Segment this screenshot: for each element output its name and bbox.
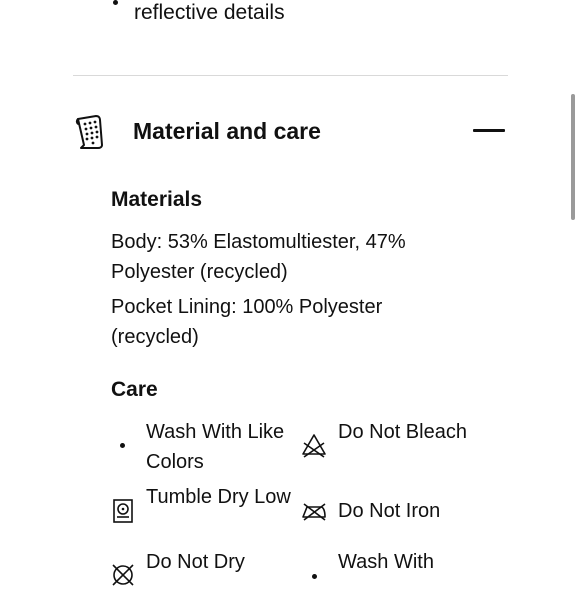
- collapse-toggle-button[interactable]: [470, 120, 510, 142]
- do-not-dry-clean-icon: [110, 562, 136, 588]
- care-item-do-not-bleach: Do Not Bleach: [338, 421, 467, 443]
- care-item-do-not-dry: Do Not Dry: [146, 551, 245, 573]
- accordion-title[interactable]: Material and care: [133, 116, 321, 146]
- scrollbar-thumb[interactable]: [571, 94, 575, 220]
- section-divider: [73, 75, 508, 76]
- do-not-bleach-icon: [301, 433, 327, 459]
- material-line-body: Body: 53% Elastomultiester, 47% Polyeste…: [111, 231, 406, 283]
- care-item-wash-like-colors: Wash With Like Colors: [146, 421, 285, 473]
- minus-icon: [473, 129, 505, 132]
- tumble-dry-low-icon: [110, 498, 136, 524]
- bullet-dot: [120, 443, 125, 448]
- care-item-do-not-iron: Do Not Iron: [338, 500, 441, 522]
- material-line-pocket: Pocket Lining: 100% Polyester (recycled): [111, 296, 383, 348]
- care-heading: Care: [111, 378, 158, 401]
- care-item-wash-with: Wash With: [338, 551, 434, 573]
- feature-item-text: reflective details: [134, 1, 285, 24]
- bullet-dot: [312, 574, 317, 579]
- fabric-swatch-icon: [75, 112, 105, 152]
- care-item-tumble-dry-low: Tumble Dry Low: [146, 486, 291, 508]
- list-bullet: [113, 0, 118, 5]
- materials-heading: Materials: [111, 188, 203, 211]
- do-not-iron-icon: [301, 498, 327, 524]
